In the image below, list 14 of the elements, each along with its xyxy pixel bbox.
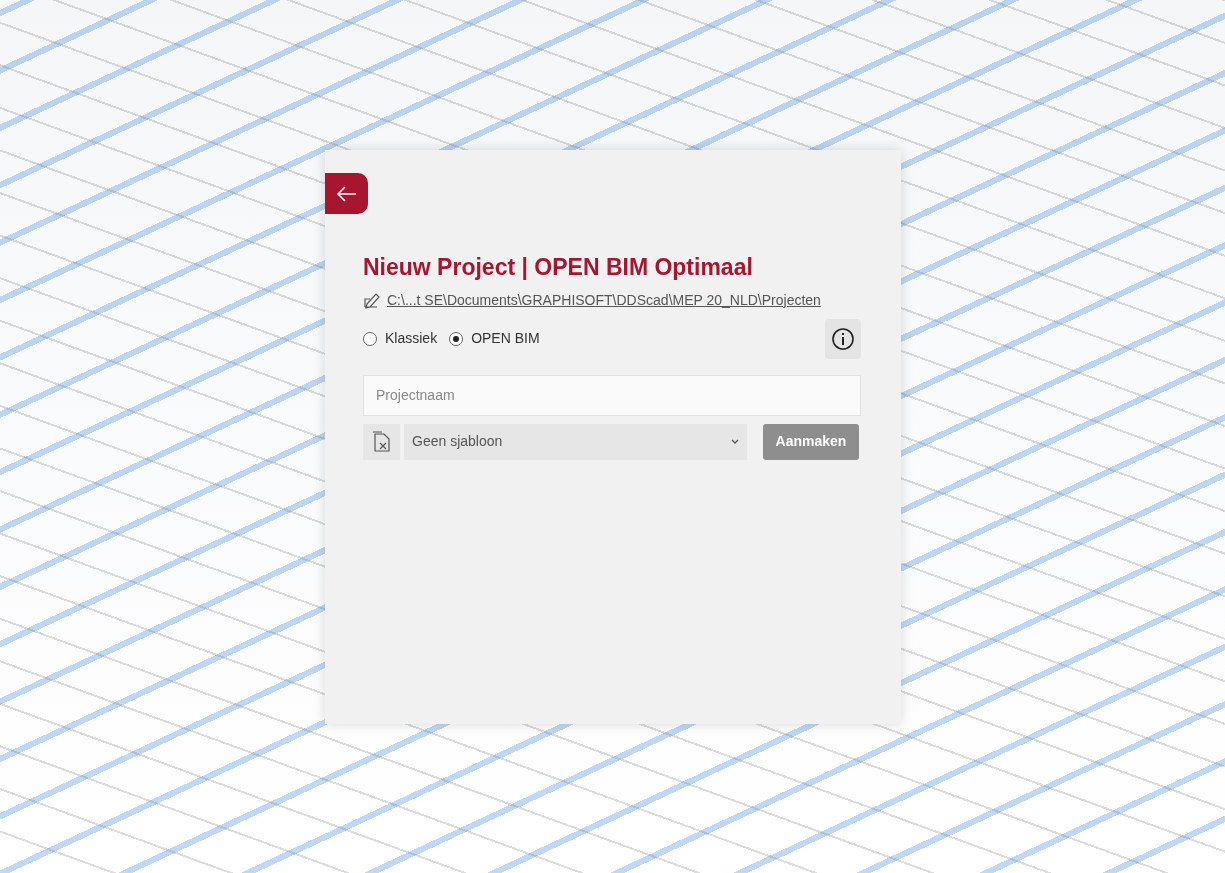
caret-icon bbox=[731, 438, 739, 445]
document-cross-icon bbox=[371, 430, 392, 453]
info-button[interactable] bbox=[825, 318, 861, 359]
radio-label[interactable]: Klassiek bbox=[385, 328, 438, 350]
radio-button[interactable] bbox=[449, 331, 464, 346]
dialog-title: Nieuw Project | OPEN BIM Optimaal bbox=[363, 254, 754, 282]
template-dropdown[interactable]: Geen sjabloon bbox=[404, 423, 747, 460]
radio-label[interactable]: OPEN BIM bbox=[471, 328, 540, 350]
folder-path-link[interactable]: C:\...t SE\Documents\GRAPHISOFT\DDScad\MEP 20_NLD\Projecten bbox=[387, 289, 821, 311]
back-arrow-icon bbox=[335, 185, 358, 202]
info-icon bbox=[831, 326, 855, 351]
project-name-field[interactable]: Projectnaam bbox=[363, 374, 861, 416]
radio-button[interactable] bbox=[363, 331, 377, 346]
back-button[interactable] bbox=[325, 173, 368, 214]
